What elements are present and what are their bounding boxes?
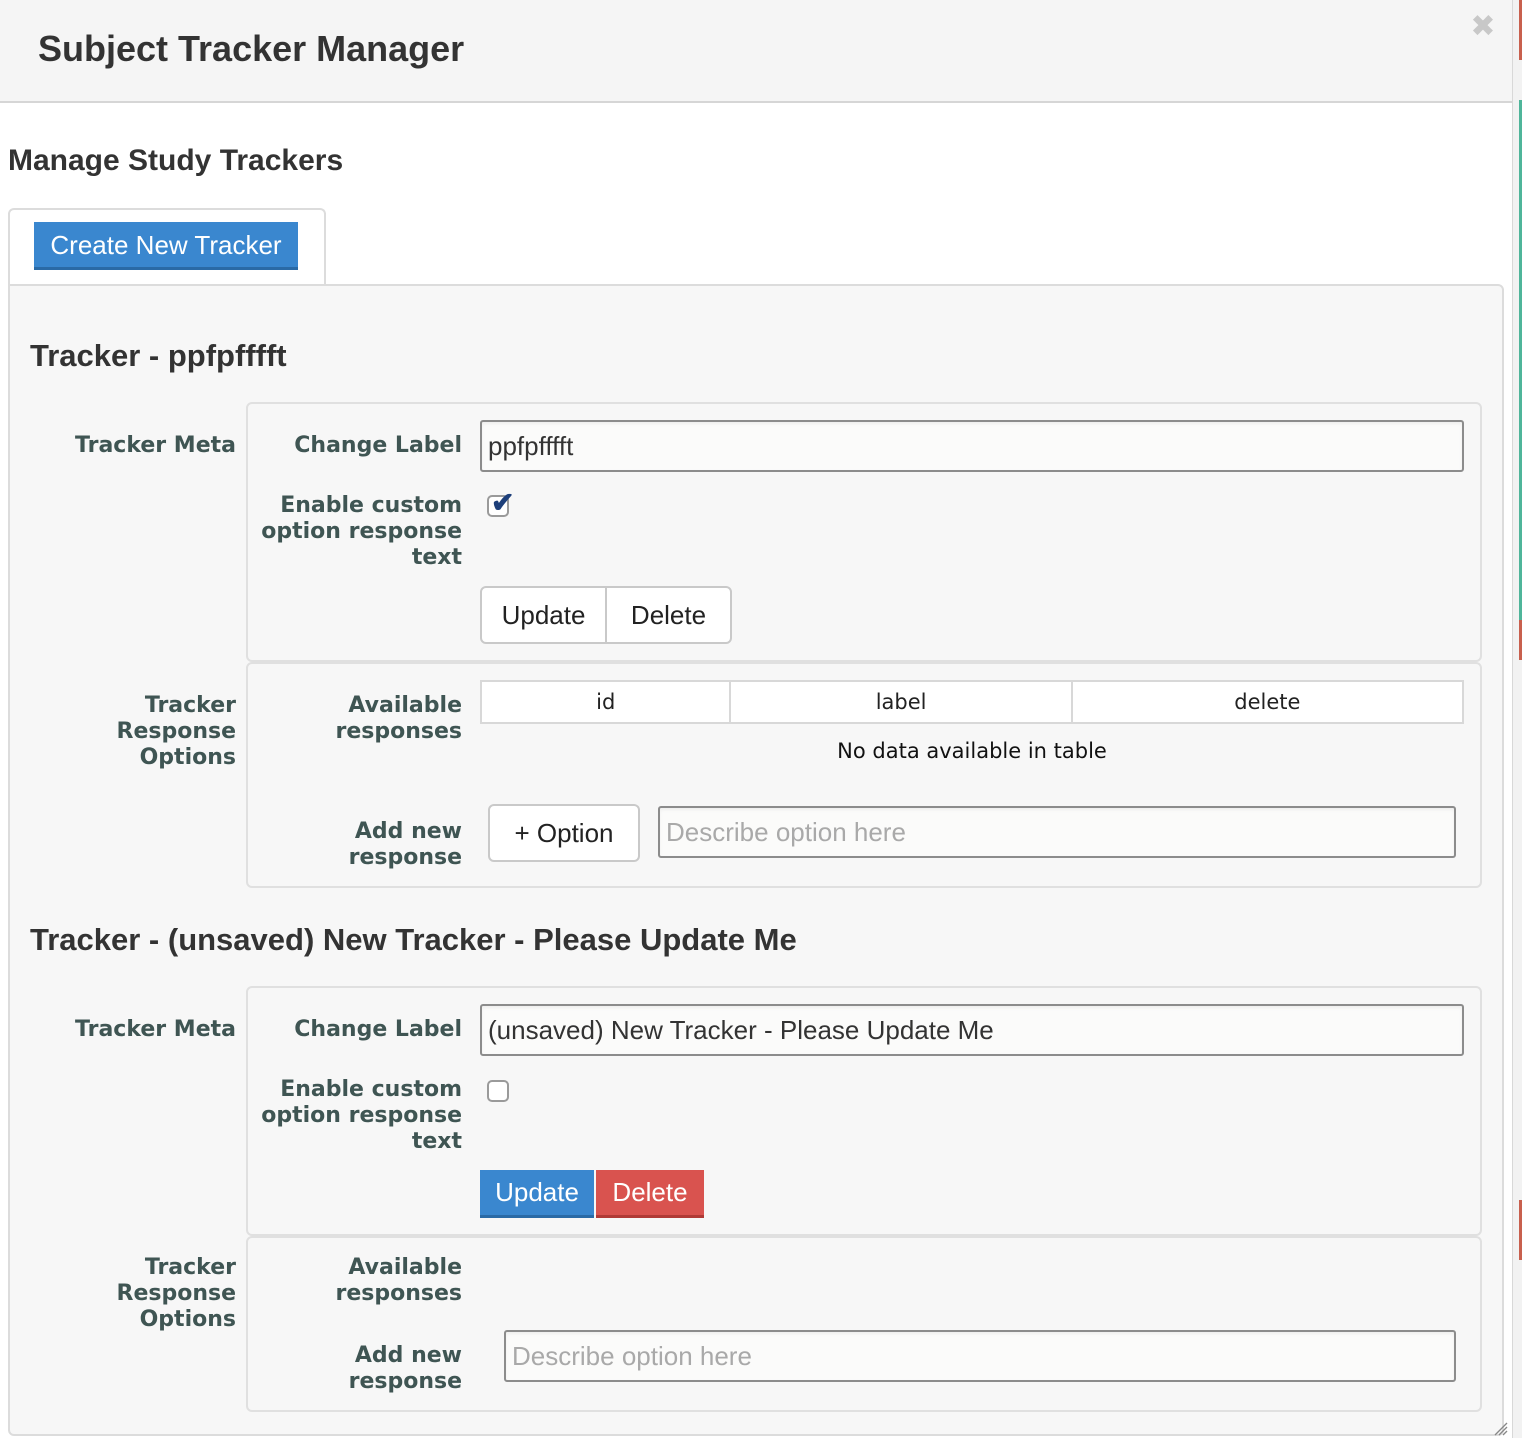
enable-custom-checkbox[interactable]: [487, 1080, 509, 1102]
update-button[interactable]: Update: [480, 1170, 594, 1218]
change-label-label: Change Label: [294, 433, 462, 458]
tracker-meta-label: Tracker Meta: [75, 1017, 236, 1042]
dialog-titlebar: Subject Tracker Manager ✖: [0, 0, 1512, 103]
tracker-title: Tracker - (unsaved) New Tracker - Please…: [30, 922, 797, 957]
add-new-response-label: Add new response: [348, 819, 462, 870]
update-button[interactable]: Update: [482, 588, 607, 642]
responses-table: id label delete: [479, 680, 1465, 724]
change-label-label: Change Label: [294, 1017, 462, 1042]
section-title: Manage Study Trackers: [8, 144, 344, 177]
column-header-id[interactable]: id: [479, 680, 732, 724]
resize-grip-icon[interactable]: [1492, 1420, 1508, 1436]
background-page-edge: [1512, 0, 1522, 1438]
enable-custom-label: Enable custom option response text: [261, 493, 462, 570]
empty-table-message: No data available in table: [837, 739, 1107, 763]
change-label-input[interactable]: [480, 1004, 1464, 1056]
add-new-response-label: Add new response: [348, 1343, 462, 1394]
create-new-tracker-button[interactable]: Create New Tracker: [34, 222, 298, 270]
describe-option-input[interactable]: [658, 806, 1456, 858]
available-responses-label: Available responses: [335, 693, 463, 744]
delete-button[interactable]: Delete: [607, 588, 730, 642]
close-icon[interactable]: ✖: [1470, 12, 1496, 42]
add-option-button[interactable]: + Option: [488, 804, 640, 862]
tracker-meta-label: Tracker Meta: [75, 433, 236, 458]
change-label-input[interactable]: [480, 420, 1464, 472]
available-responses-label: Available responses: [335, 1255, 463, 1306]
enable-custom-label: Enable custom option response text: [261, 1077, 462, 1154]
tracker-title: Tracker - ppfpfffft: [30, 338, 287, 373]
delete-button[interactable]: Delete: [596, 1170, 704, 1218]
tracker-response-options-label: Tracker Response Options: [116, 693, 237, 770]
column-header-label[interactable]: label: [729, 680, 1073, 724]
tracker-response-options-label: Tracker Response Options: [116, 1255, 237, 1332]
tracker-action-group: Update Delete: [480, 586, 732, 644]
tracker-manager-dialog: Subject Tracker Manager ✖ Manage Study T…: [0, 0, 1512, 1438]
check-icon: ✔: [491, 487, 515, 518]
describe-option-input[interactable]: [504, 1330, 1456, 1382]
column-header-delete[interactable]: delete: [1070, 680, 1465, 724]
dialog-title: Subject Tracker Manager: [38, 28, 465, 69]
enable-custom-checkbox[interactable]: ✔: [487, 489, 514, 517]
